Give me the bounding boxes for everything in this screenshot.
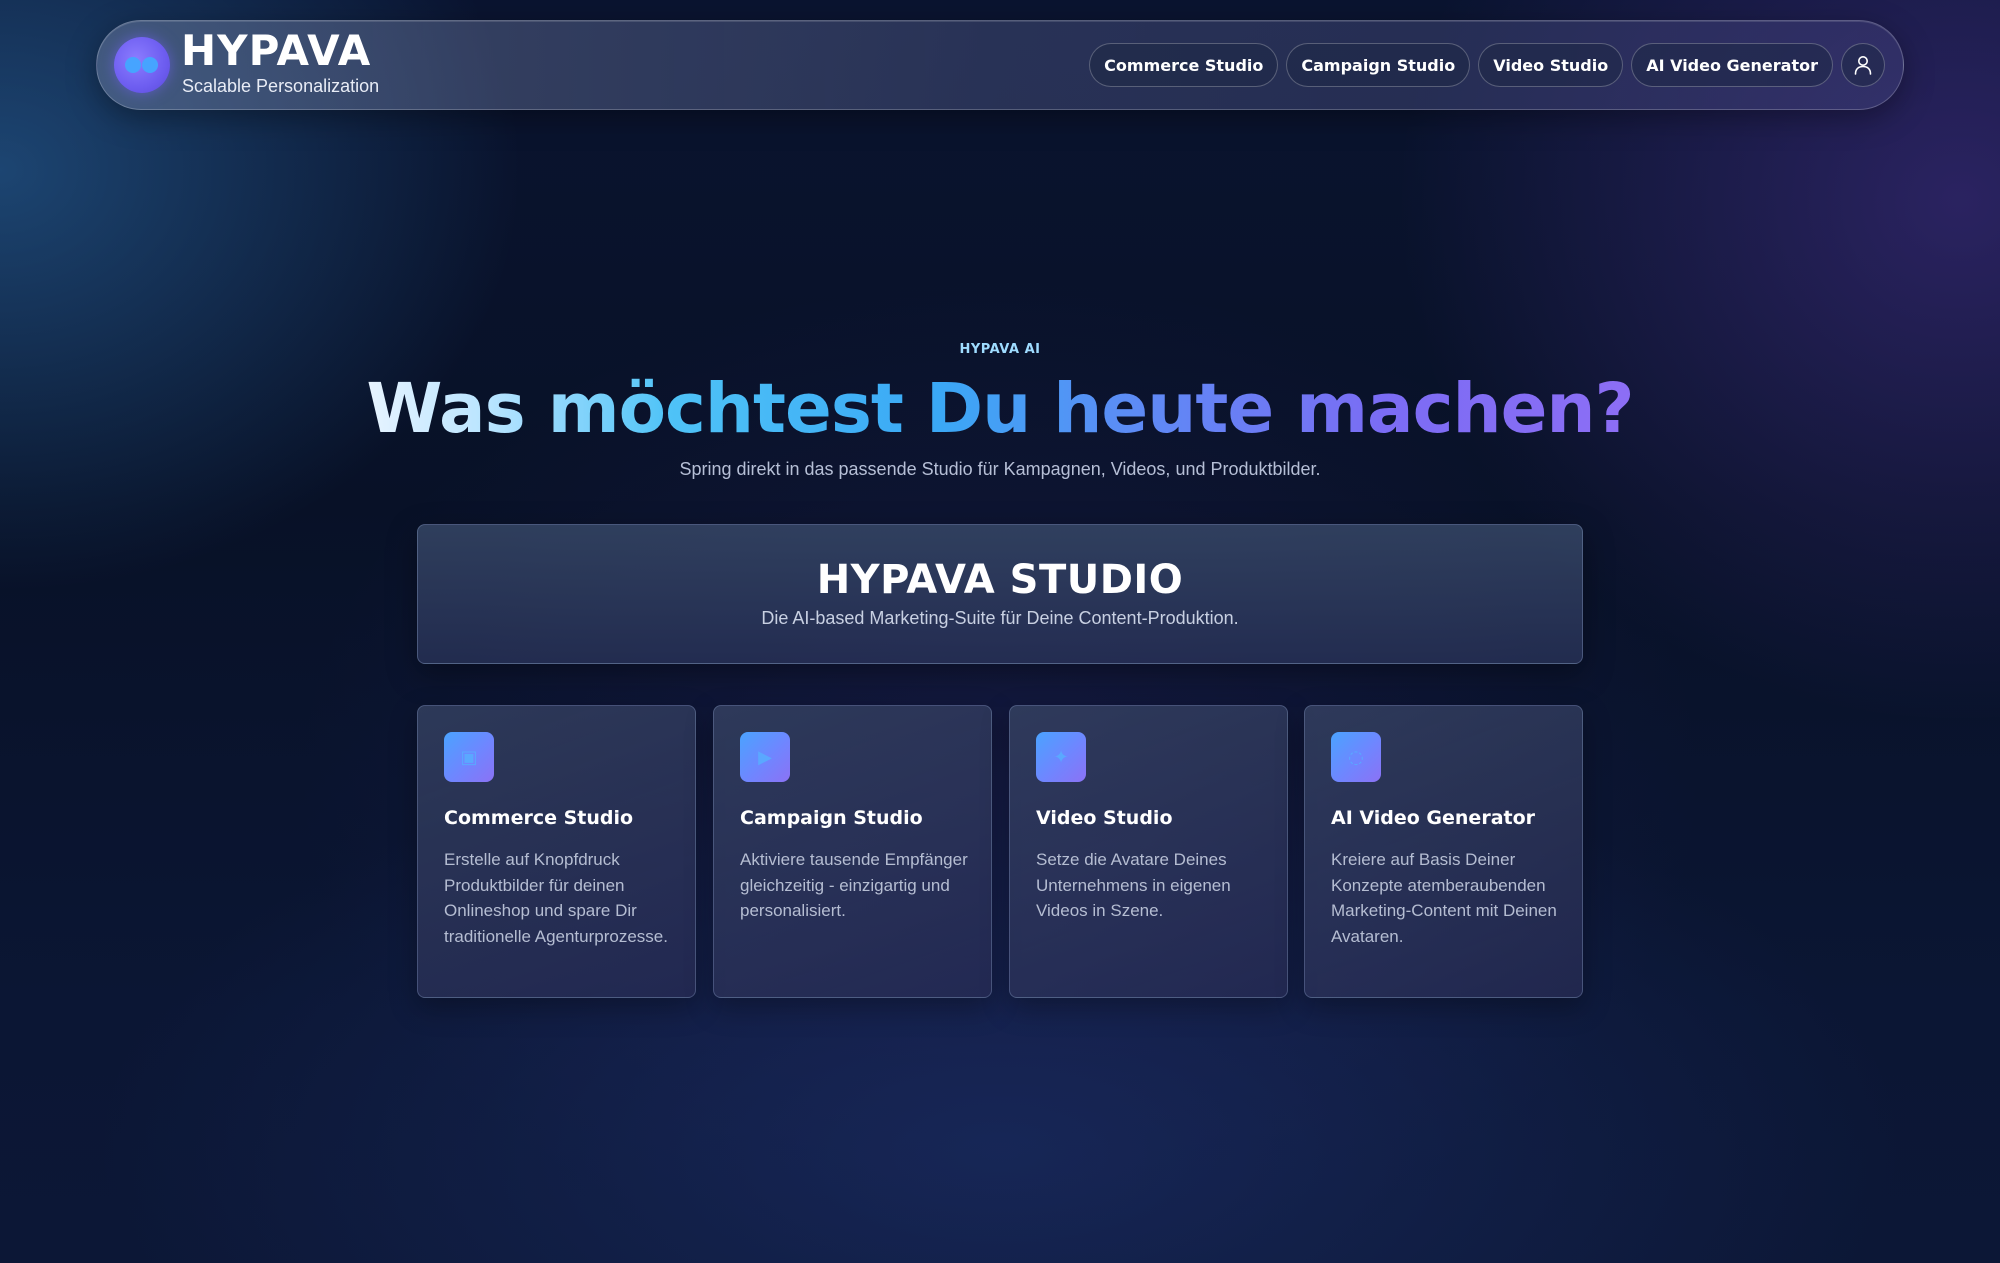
brand-name[interactable]: HYPAVA <box>181 26 371 75</box>
card-title: AI Video Generator <box>1331 807 1536 829</box>
card-ai-video-generator[interactable]: ◌ AI Video Generator Kreiere auf Basis D… <box>1304 705 1583 998</box>
hero-eyebrow: HYPAVA AI <box>959 342 1041 357</box>
nav-campaign-studio-button[interactable]: Campaign Studio <box>1286 43 1471 87</box>
studio-subtitle: Die AI-based Marketing-Suite für Deine C… <box>761 608 1239 628</box>
studio-banner[interactable]: HYPAVA STUDIO Die AI-based Marketing-Sui… <box>417 524 1583 664</box>
logo-dot-right <box>142 57 158 73</box>
logo-dot-left <box>125 57 141 73</box>
card-description: Aktiviere tausende Empfänger gleichzeiti… <box>740 850 968 920</box>
card-commerce-studio[interactable]: ▣ Commerce Studio Erstelle auf Knopfdruc… <box>417 705 696 998</box>
card-title: Video Studio <box>1036 807 1173 829</box>
card-video-studio[interactable]: ✦ Video Studio Setze die Avatare Deines … <box>1009 705 1288 998</box>
hero-headline-text: Was möchtest Du heute machen? <box>362 369 1637 449</box>
card-description: Kreiere auf Basis Deiner Konzepte atembe… <box>1331 850 1557 946</box>
card-description: Setze die Avatare Deines Unternehmens in… <box>1036 850 1231 920</box>
user-icon <box>1854 56 1872 75</box>
studio-title: HYPAVA STUDIO <box>816 557 1184 603</box>
card-title: Commerce Studio <box>444 807 634 829</box>
nav-video-studio-button[interactable]: Video Studio <box>1478 43 1624 87</box>
brand-tagline: Scalable Personalization <box>182 76 380 96</box>
hero-subline: Spring direkt in das passende Studio für… <box>679 459 1321 479</box>
card-title: Campaign Studio <box>740 807 923 829</box>
circle-icon: ◌ <box>1331 732 1381 782</box>
logo-icon[interactable] <box>114 37 170 93</box>
nav-ai-video-generator-button[interactable]: AI Video Generator <box>1631 43 1833 87</box>
card-description: Erstelle auf Knopfdruck Produktbilder fü… <box>444 850 668 946</box>
sparkle-icon: ✦ <box>1036 732 1086 782</box>
square-icon: ▣ <box>444 732 494 782</box>
user-account-button[interactable] <box>1841 43 1885 87</box>
play-icon: ▶ <box>740 732 790 782</box>
card-campaign-studio[interactable]: ▶ Campaign Studio Aktiviere tausende Emp… <box>713 705 992 998</box>
top-navbar: HYPAVA Scalable Personalization Commerce… <box>96 20 1904 110</box>
nav-commerce-studio-button[interactable]: Commerce Studio <box>1089 43 1279 87</box>
hero-headline: Was möchtest Du heute machen? <box>0 368 2000 451</box>
main-nav: Commerce Studio Campaign Studio Video St… <box>1089 43 1885 87</box>
